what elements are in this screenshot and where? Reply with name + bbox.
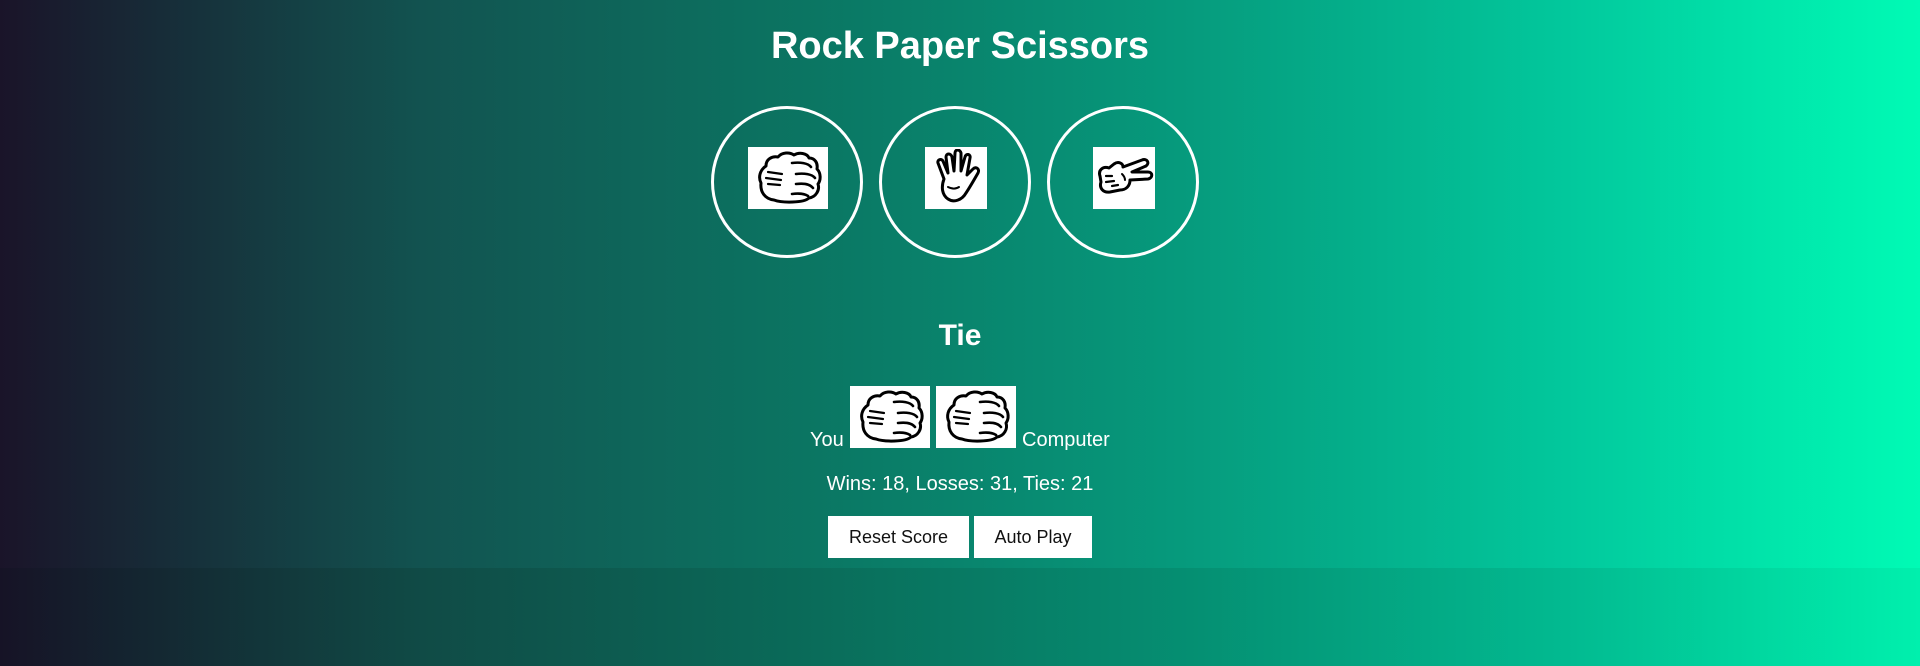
moves-display: You Computer	[0, 386, 1920, 454]
auto-play-button[interactable]: Auto Play	[974, 516, 1092, 558]
rock-button[interactable]	[711, 106, 863, 258]
rock-fist-icon	[748, 147, 828, 209]
computer-move-rock-fist-icon	[936, 386, 1016, 448]
scissors-button[interactable]	[1047, 106, 1199, 258]
page-background-tail	[0, 568, 1920, 666]
result-text: Tie	[938, 319, 982, 352]
reset-score-button[interactable]: Reset Score	[828, 516, 969, 558]
paper-hand-icon	[925, 147, 987, 209]
score-text: Wins: 18, Losses: 31, Ties: 21	[826, 473, 1094, 495]
computer-label: Computer	[1022, 429, 1110, 451]
scissors-hand-icon	[1093, 147, 1155, 209]
page-title: Rock Paper Scissors	[770, 25, 1150, 67]
player-move-rock-fist-icon	[850, 386, 930, 448]
player-label: You	[810, 429, 844, 451]
paper-button[interactable]	[879, 106, 1031, 258]
